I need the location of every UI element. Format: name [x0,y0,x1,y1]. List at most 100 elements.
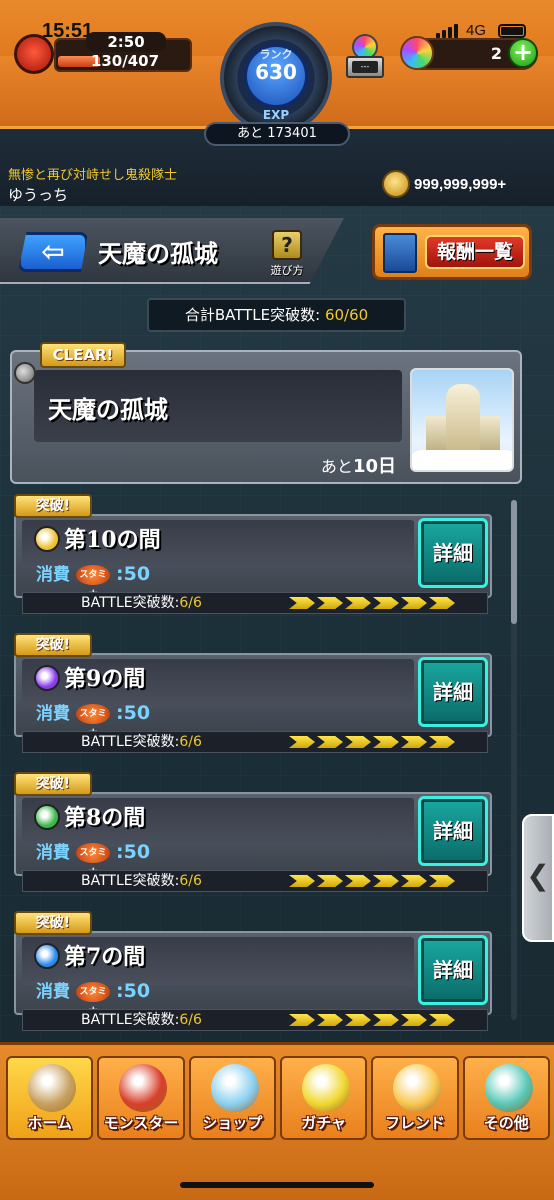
detail-button[interactable]: 詳細 [418,935,488,1005]
battle-progress: BATTLE突破数:6/6 [22,870,488,892]
tab-label: ガチャ [301,1114,347,1132]
side-menu-tab[interactable]: ❮ [522,814,554,942]
detail-button[interactable]: 詳細 [418,796,488,866]
progress-chevron [317,736,343,748]
total-battle-label: 合計BATTLE突破数: [184,306,321,324]
help-button[interactable]: ? 遊び方 [266,230,308,278]
stamina-icon: スタミナ [76,704,110,739]
progress-chevron [401,736,427,748]
progress-chevron [401,597,427,609]
cost-value: :50 [116,702,151,724]
detail-button[interactable]: 詳細 [418,518,488,588]
cost-label: 消費 [36,565,70,585]
cost-value: :50 [116,563,151,585]
tab-shop-orb[interactable]: ショップ [188,1056,276,1140]
cost-label: 消費 [36,704,70,724]
progress-chevron [289,875,315,887]
stamina-icon: スタミナ [76,843,110,878]
book-icon [383,233,417,273]
progress-chevron [373,597,399,609]
tab-label: その他 [483,1114,529,1132]
coin-value: 999,999,999+ [414,176,507,193]
progress-chevron [429,1014,455,1026]
cleared-badge: 突破! [14,911,92,935]
progress-chevrons [289,1014,455,1026]
tab-home[interactable]: ホーム [6,1056,94,1140]
cost-value: :50 [116,980,151,1002]
network-label: 4G [466,22,487,39]
tab-label: フレンド [384,1114,445,1132]
room-card[interactable]: 突破! 第9の間消費スタミナ:50 詳細 BATTLE突破数:6/6 [14,633,492,753]
gacha-egg-icon [301,1064,350,1112]
cleared-badge: 突破! [14,494,92,518]
other-icon [484,1064,533,1112]
orb-icon [400,36,434,70]
player-title: 無惨と再び対峙せし鬼殺隊士 [8,168,178,183]
stamina-cost: 消費スタミナ :50 [36,560,151,600]
scrollbar-thumb[interactable] [511,500,517,624]
chevron-left-icon: ❮ [526,859,550,892]
box-label: --- [352,61,378,73]
progress-chevrons [289,736,455,748]
battle-value: 6/6 [179,734,202,750]
item-box-icon[interactable]: --- [346,34,384,78]
battle-value: 6/6 [179,1012,202,1028]
total-battle-count: 合計BATTLE突破数: 60/60 [147,298,406,332]
bottom-tabs: ホーム モンスター ショップ ガチャ フレンド その他 [6,1056,550,1140]
cleared-badge: 突破! [14,633,92,657]
tab-gacha-egg[interactable]: ガチャ [279,1056,368,1140]
days-left-prefix: あと [320,457,353,476]
player-name: ゆうっち [8,186,69,204]
page-title: 天魔の孤城 [98,239,218,268]
friend-icon [393,1064,442,1112]
stamina-cost: 消費スタミナ :50 [36,699,151,739]
progress-chevron [317,875,343,887]
tab-friend[interactable]: フレンド [371,1056,459,1140]
back-button[interactable]: ⇦ [18,232,88,272]
progress-chevron [289,736,315,748]
stamina-icon [14,34,54,74]
tab-monster[interactable]: モンスター [97,1056,185,1140]
dark-element-icon [34,665,60,691]
progress-chevron [317,597,343,609]
cleared-badge: 突破! [14,772,92,796]
water-element-icon [34,943,60,969]
battle-value: 6/6 [179,595,202,611]
progress-chevron [345,1014,371,1026]
progress-chevron [345,597,371,609]
tab-label: ショップ [202,1114,263,1132]
progress-chevron [401,875,427,887]
wood-element-icon [34,804,60,830]
room-name: 第7の間 [64,944,146,970]
battle-label: BATTLE突破数: [81,1012,180,1028]
help-label: 遊び方 [270,264,304,277]
reward-list-button[interactable]: 報酬一覧 [372,224,532,280]
progress-chevron [345,736,371,748]
battle-label: BATTLE突破数: [81,734,180,750]
buy-orb-button[interactable]: + [508,38,538,68]
cost-label: 消費 [36,843,70,863]
rank-value: 630 [255,60,297,84]
total-battle-value: 60/60 [324,306,369,324]
progress-chevron [401,1014,427,1026]
progress-chevrons [289,875,455,887]
progress-chevron [317,1014,343,1026]
light-element-icon [34,526,60,552]
detail-button[interactable]: 詳細 [418,657,488,727]
stamina-cost: 消費スタミナ:50 [36,977,151,1017]
tab-other[interactable]: その他 [462,1056,550,1140]
stamina-icon: スタミナ [76,982,110,1017]
room-card[interactable]: 突破! 第7の間消費スタミナ:50 詳細 BATTLE突破数:6/6 [14,911,492,1031]
room-card[interactable]: 突破! 第10の間消費スタミナ:50 詳細 BATTLE突破数:6/6 [14,494,492,614]
stamina-cost: 消費スタミナ :50 [36,838,151,878]
room-name: 第10の間 [64,527,161,553]
stamina-icon: スタミナ [76,565,110,600]
cost-value: :50 [116,841,151,863]
battle-value: 6/6 [179,873,202,889]
tab-label: ホーム [27,1114,72,1132]
home-indicator [180,1182,374,1188]
shop-orb-icon [210,1064,259,1112]
scrollbar[interactable] [511,500,517,1020]
stamina-timer: 2:50 [86,32,166,52]
room-card[interactable]: 突破! 第8の間消費スタミナ:50 詳細 BATTLE突破数:6/6 [14,772,492,892]
